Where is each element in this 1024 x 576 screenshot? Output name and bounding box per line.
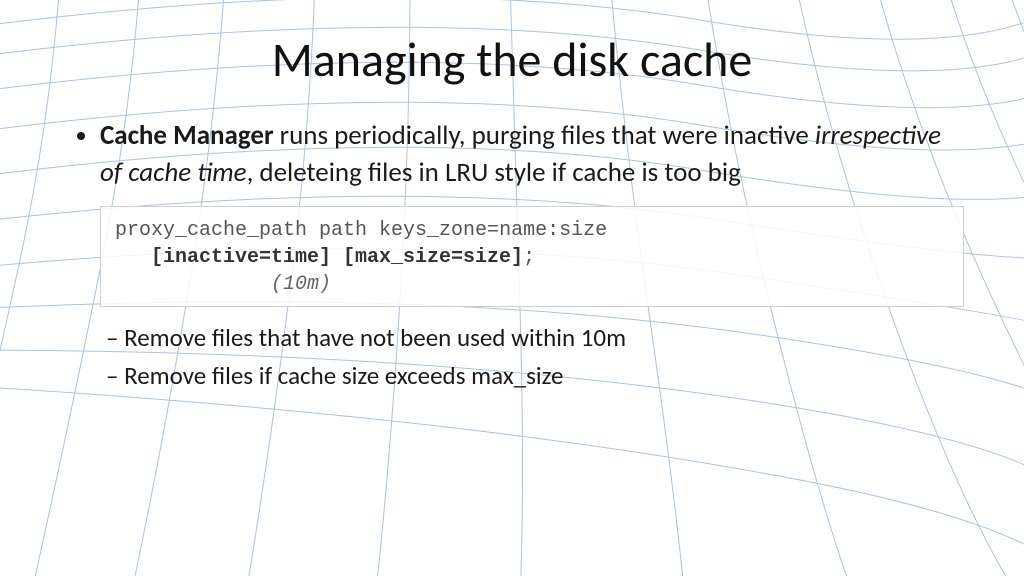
slide-content: Managing the disk cache Cache Manager ru… [0,0,1024,396]
code-params: [inactive=time] [max_size=size] [151,246,523,269]
code-line-2: [inactive=time] [max_size=size]; [115,244,949,271]
code-line-3: (10m) [115,271,949,298]
bullet-lead: Cache Manager [100,119,274,152]
code-block: proxy_cache_path path keys_zone=name:siz… [100,206,964,307]
slide-title: Managing the disk cache [60,30,964,89]
sub-bullet-2: Remove files if cache size exceeds max_s… [106,357,964,396]
code-line-1: proxy_cache_path path keys_zone=name:siz… [115,217,949,244]
code-semicolon: ; [523,246,535,269]
bullet-list: Cache Manager runs periodically, purging… [66,117,964,192]
bullet-text-2: , deleteing files in LRU style if cache … [247,156,741,189]
sub-bullet-list: Remove files that have not been used wit… [106,319,964,397]
bullet-text-1: runs periodically, purging files that we… [274,119,815,152]
bullet-item: Cache Manager runs periodically, purging… [100,117,964,192]
sub-bullet-1: Remove files that have not been used wit… [106,319,964,358]
slide: Managing the disk cache Cache Manager ru… [0,0,1024,576]
